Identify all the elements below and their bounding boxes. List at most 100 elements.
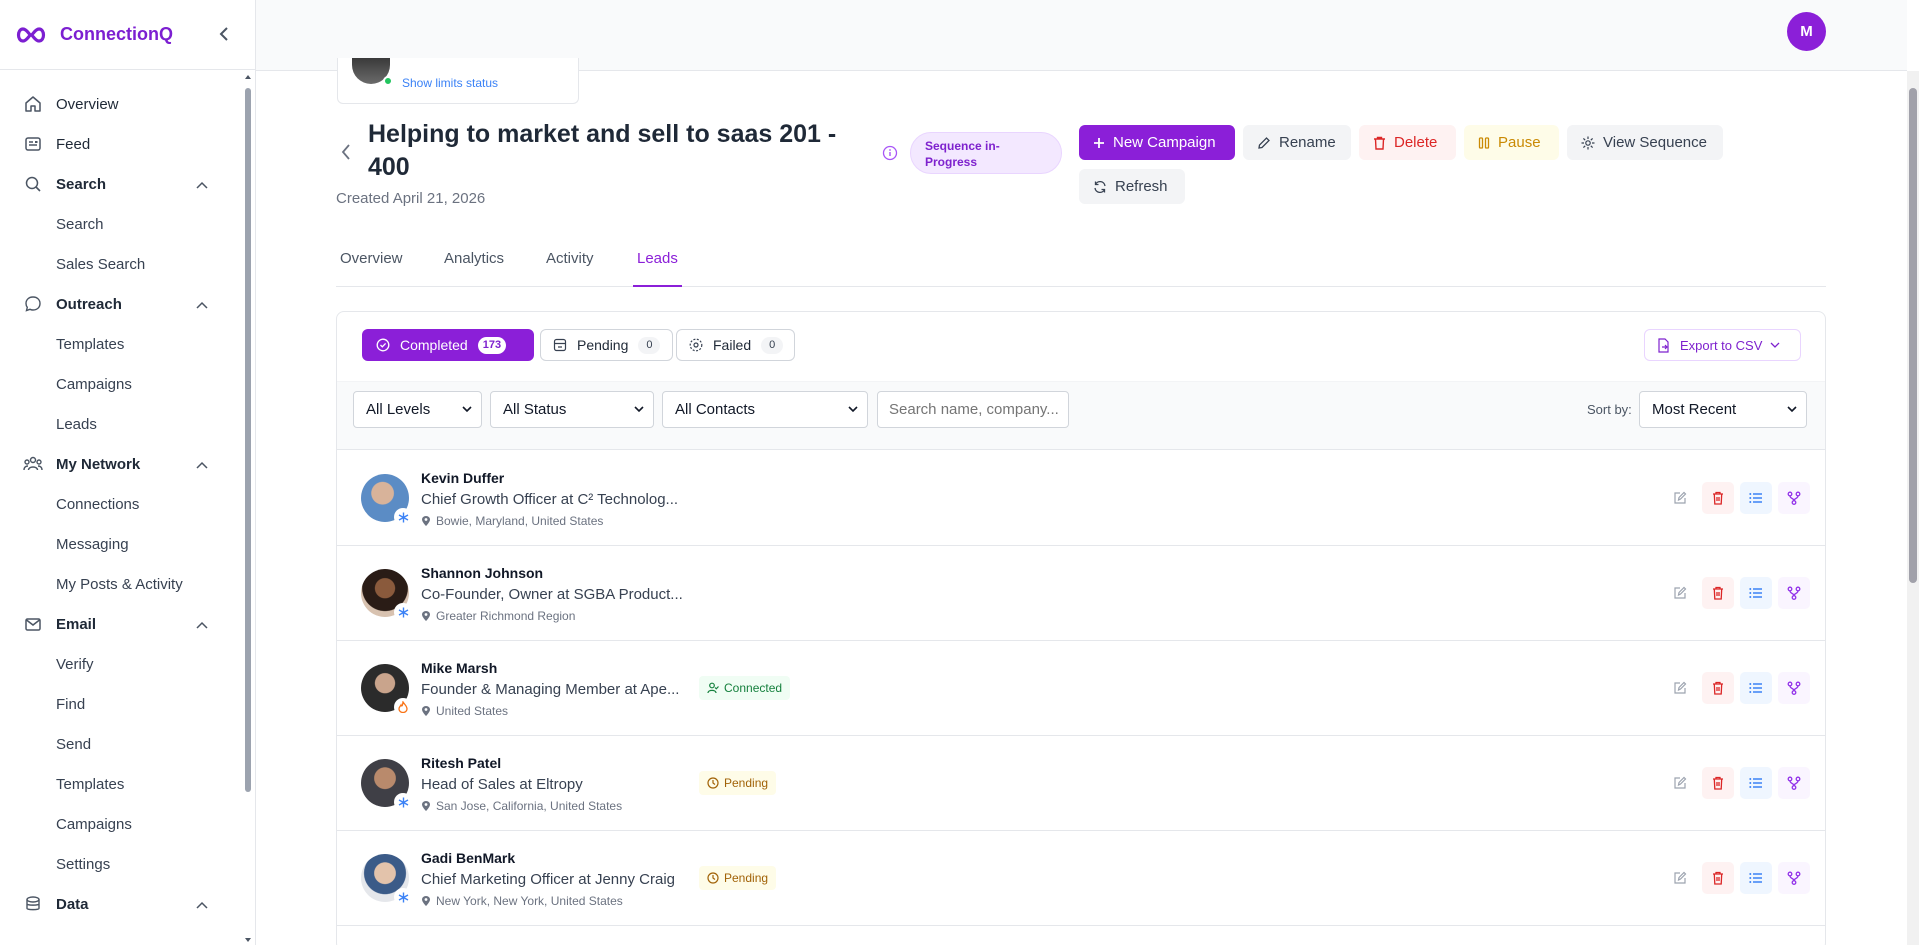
chevron-up-icon[interactable] [196, 456, 208, 473]
sort-value: Most Recent [1652, 401, 1737, 418]
rename-button[interactable]: Rename [1243, 125, 1351, 160]
pending-filter-button[interactable]: Pending 0 [540, 329, 673, 361]
failed-count: 0 [761, 336, 784, 354]
tab-overview[interactable]: Overview [340, 250, 403, 287]
sidebar-item-feed[interactable]: Feed [0, 124, 244, 164]
lead-name[interactable]: Shannon Johnson [421, 565, 543, 581]
sidebar-subitem-verify[interactable]: Verify [0, 644, 244, 684]
location-pin-icon [421, 705, 431, 717]
connectionq-logo-icon [14, 24, 50, 46]
chevron-up-icon[interactable] [196, 176, 208, 193]
lead-row[interactable]: Gadi BenMark Chief Marketing Officer at J… [337, 831, 1825, 926]
sidebar-subitem-templates[interactable]: Templates [0, 324, 244, 364]
sidebar-item-overview[interactable]: Overview [0, 84, 244, 124]
lead-row[interactable]: Ritesh Patel Head of Sales at Eltropy San … [337, 736, 1825, 831]
lead-sequence-icon[interactable] [1778, 862, 1810, 894]
delete-lead-icon[interactable] [1702, 767, 1734, 799]
sidebar-subitem-connections[interactable]: Connections [0, 484, 244, 524]
sidebar-subitem-send[interactable]: Send [0, 724, 244, 764]
lead-details-list-icon[interactable] [1740, 862, 1772, 894]
sidebar-subitem-campaigns[interactable]: Campaigns [0, 804, 244, 844]
lead-search-input[interactable] [877, 391, 1069, 428]
check-circle-icon [376, 338, 390, 352]
sidebar-item-email[interactable]: Email [0, 604, 244, 644]
sort-select[interactable]: Most Recent [1639, 391, 1807, 428]
pause-button[interactable]: Pause [1464, 125, 1559, 160]
lead-sequence-icon[interactable] [1778, 577, 1810, 609]
failed-gear-icon [689, 338, 703, 352]
sidebar-item-search[interactable]: Search [0, 164, 244, 204]
chevron-up-icon[interactable] [196, 896, 208, 913]
lead-sequence-icon[interactable] [1778, 672, 1810, 704]
tab-leads[interactable]: Leads [633, 250, 682, 287]
sidebar-item-outreach[interactable]: Outreach [0, 284, 244, 324]
pencil-icon [1257, 136, 1271, 150]
lead-actions [1664, 672, 1816, 704]
pause-label: Pause [1498, 134, 1541, 151]
chevron-down-icon [847, 403, 859, 415]
back-chevron-icon[interactable] [336, 142, 356, 162]
refresh-button[interactable]: Refresh [1079, 169, 1185, 204]
levels-select[interactable]: All Levels [353, 391, 482, 428]
edit-lead-icon[interactable] [1664, 672, 1696, 704]
tab-activity[interactable]: Activity [546, 250, 594, 287]
export-csv-button[interactable]: Export to CSV [1644, 329, 1801, 361]
sidebar-subitem-campaigns[interactable]: Campaigns [0, 364, 244, 404]
lead-name[interactable]: Gadi BenMark [421, 850, 515, 866]
sidebar-scrollbar-thumb[interactable] [245, 88, 251, 792]
lead-row[interactable]: Kevin Duffer Chief Growth Officer at C² T… [337, 451, 1825, 546]
user-avatar[interactable]: M [1787, 12, 1826, 51]
main-scrollbar-thumb[interactable] [1909, 88, 1917, 583]
location-pin-icon [421, 800, 431, 812]
new-campaign-button[interactable]: New Campaign [1079, 125, 1235, 160]
lead-details-list-icon[interactable] [1740, 672, 1772, 704]
sidebar-subitem-sales-search[interactable]: Sales Search [0, 244, 244, 284]
sidebar-subitem-search[interactable]: Search [0, 204, 244, 244]
sidebar-subitem-leads[interactable]: Leads [0, 404, 244, 444]
edit-lead-icon[interactable] [1664, 577, 1696, 609]
failed-filter-button[interactable]: Failed 0 [676, 329, 795, 361]
sidebar-item-data[interactable]: Data [0, 884, 244, 924]
lead-details-list-icon[interactable] [1740, 767, 1772, 799]
lead-details-list-icon[interactable] [1740, 482, 1772, 514]
delete-button[interactable]: Delete [1359, 125, 1456, 160]
lead-headline: Founder & Managing Member at Ape... [421, 681, 680, 698]
sidebar-item-label: Overview [56, 95, 119, 113]
delete-lead-icon[interactable] [1702, 862, 1734, 894]
completed-filter-button[interactable]: Completed 173 [362, 329, 534, 361]
lead-sequence-icon[interactable] [1778, 767, 1810, 799]
delete-lead-icon[interactable] [1702, 482, 1734, 514]
sidebar-item-my-network[interactable]: My Network [0, 444, 244, 484]
lead-name[interactable]: Kevin Duffer [421, 470, 504, 486]
sidebar-subitem-settings[interactable]: Settings [0, 844, 244, 884]
contacts-select[interactable]: All Contacts [662, 391, 868, 428]
edit-lead-icon[interactable] [1664, 482, 1696, 514]
network-icon [22, 453, 44, 475]
edit-lead-icon[interactable] [1664, 767, 1696, 799]
lead-details-list-icon[interactable] [1740, 577, 1772, 609]
sidebar-subitem-my-posts-activity[interactable]: My Posts & Activity [0, 564, 244, 604]
chevron-up-icon[interactable] [196, 616, 208, 633]
lead-row[interactable]: Shannon Johnson Co-Founder, Owner at SGBA… [337, 546, 1825, 641]
tab-analytics[interactable]: Analytics [444, 250, 504, 287]
lead-sequence-icon[interactable] [1778, 482, 1810, 514]
delete-lead-icon[interactable] [1702, 577, 1734, 609]
lead-name[interactable]: Mike Marsh [421, 660, 497, 676]
info-icon[interactable] [882, 145, 898, 161]
sidebar-subitem-find[interactable]: Find [0, 684, 244, 724]
completed-label: Completed [400, 337, 468, 353]
sidebar-subitem-messaging[interactable]: Messaging [0, 524, 244, 564]
sidebar-subitem-templates[interactable]: Templates [0, 764, 244, 804]
lead-name[interactable]: Ritesh Patel [421, 755, 501, 771]
chevron-up-icon[interactable] [196, 296, 208, 313]
status-select[interactable]: All Status [490, 391, 654, 428]
delete-lead-icon[interactable] [1702, 672, 1734, 704]
collapse-sidebar-icon[interactable] [214, 24, 234, 44]
contacts-value: All Contacts [675, 401, 756, 418]
show-limits-link[interactable]: Show limits status [402, 76, 498, 90]
completed-count: 173 [477, 336, 507, 354]
brand-name[interactable]: ConnectionQ [60, 24, 173, 45]
edit-lead-icon[interactable] [1664, 862, 1696, 894]
lead-row[interactable]: Mike Marsh Founder & Managing Member at A… [337, 641, 1825, 736]
view-sequence-button[interactable]: View Sequence [1567, 125, 1723, 160]
